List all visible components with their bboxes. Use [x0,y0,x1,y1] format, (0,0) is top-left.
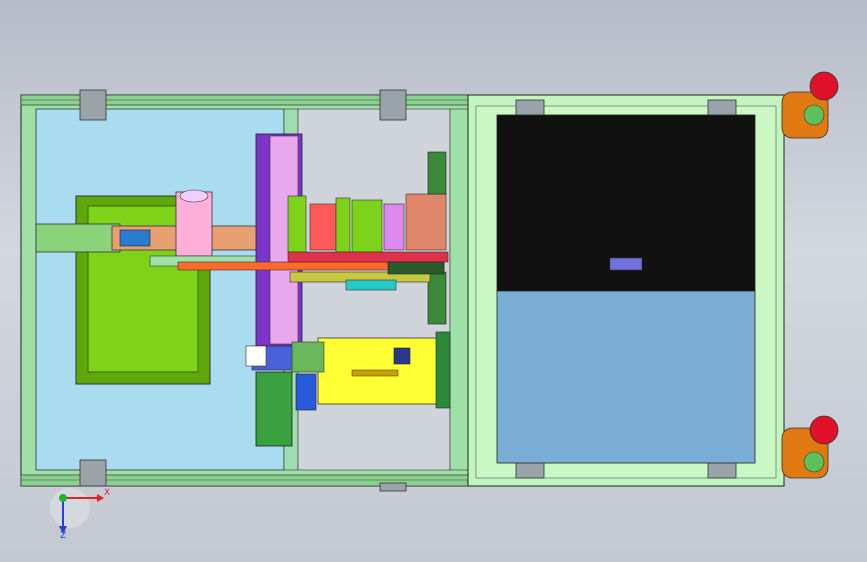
stack-light-bottom [781,415,839,479]
z-axis-label: Z [60,531,67,541]
cad-viewport[interactable] [0,0,867,562]
orientation-triad [50,488,104,534]
y-axis-point [59,494,67,502]
display-panel[interactable] [496,114,756,464]
display-button [609,257,643,271]
stack-light-top [781,71,839,139]
x-axis-label: X [104,488,111,498]
